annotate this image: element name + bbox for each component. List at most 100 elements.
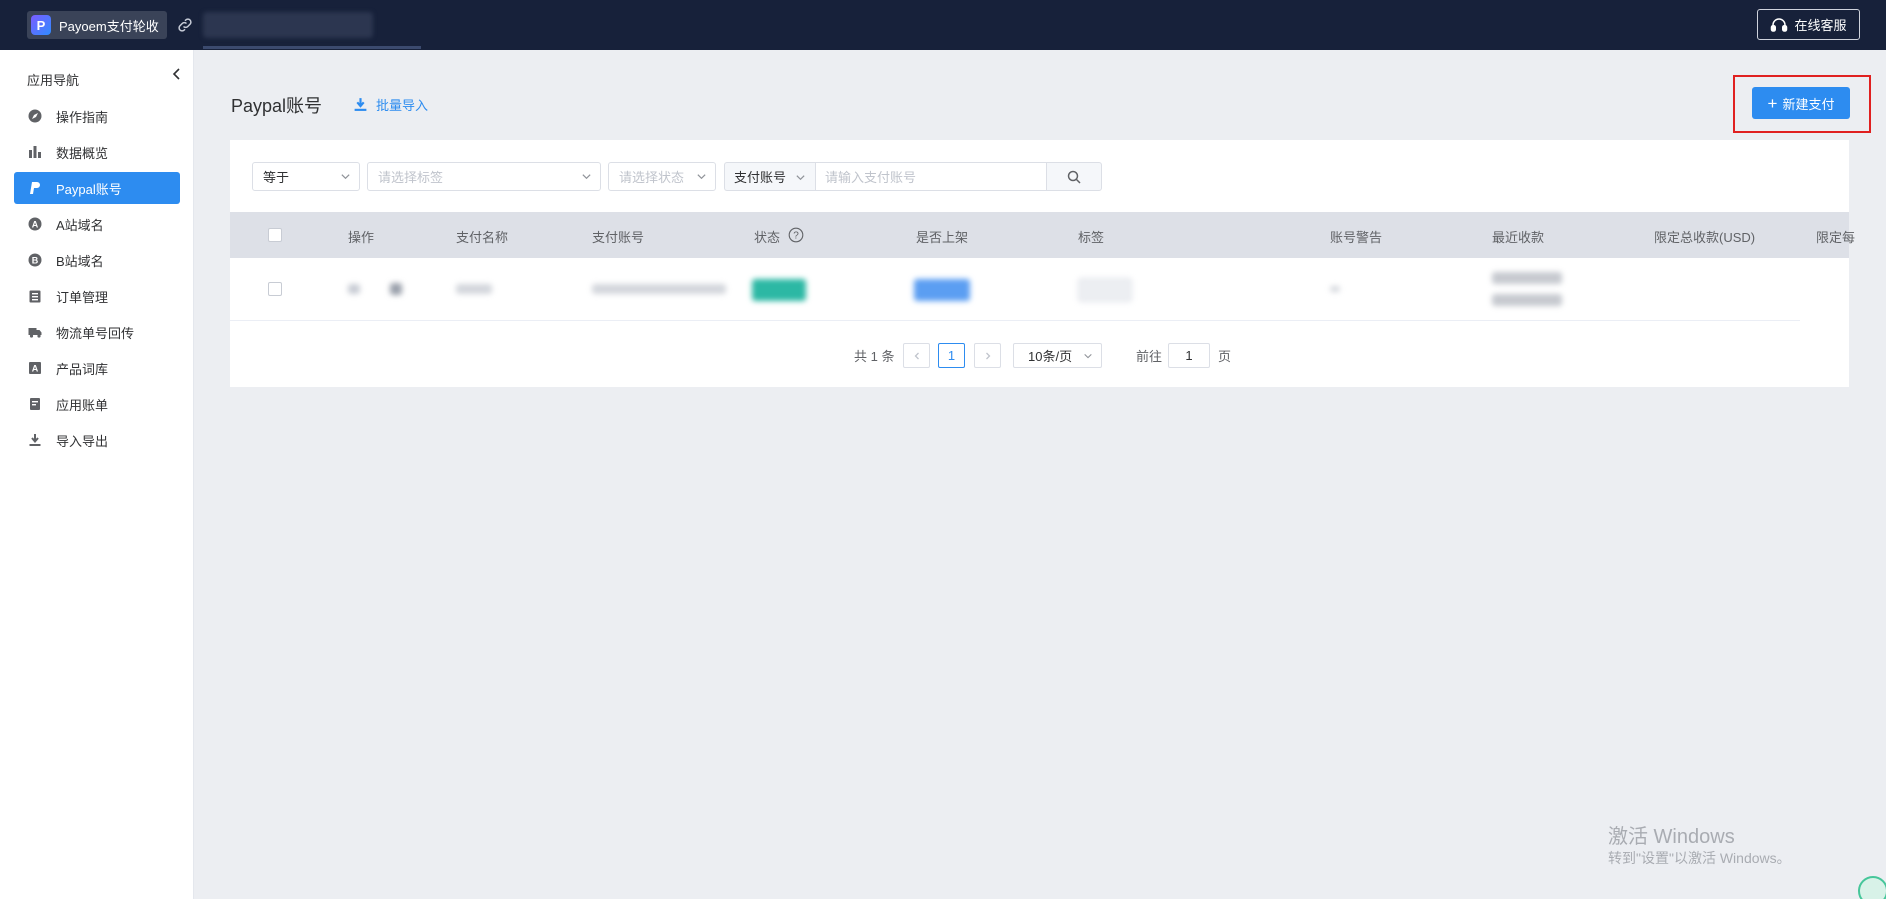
sidebar-item-label: 物流单号回传	[56, 325, 135, 341]
sidebar-item-label: 应用账单	[56, 397, 109, 413]
search-icon	[1067, 170, 1081, 184]
column-header: 账号警告	[1330, 230, 1383, 245]
sidebar-item-label: A站域名	[56, 217, 104, 233]
page-size-select[interactable]: 10条/页	[1013, 343, 1102, 368]
page-title: Paypal账号	[231, 96, 323, 116]
sidebar-item-a-domain[interactable]: A A站域名	[14, 208, 180, 240]
sidebar-item-import-export[interactable]: 导入导出	[14, 424, 180, 456]
help-icon[interactable]: ?	[788, 227, 804, 243]
truck-icon	[28, 325, 42, 339]
brand-name: Payoem支付轮收	[59, 18, 159, 34]
svg-text:A: A	[32, 364, 39, 374]
column-header: 状态	[754, 230, 781, 245]
svg-text:B: B	[32, 256, 39, 266]
svg-text:A: A	[32, 220, 39, 230]
column-header: 操作	[348, 230, 375, 245]
column-header: 最近收款	[1492, 230, 1545, 245]
sidebar-item-orders[interactable]: 订单管理	[14, 280, 180, 312]
match-type-value: 等于	[263, 170, 290, 185]
bill-icon	[28, 397, 42, 411]
pagination-total: 共 1 条	[854, 349, 895, 364]
plus-icon: +	[1767, 93, 1778, 113]
account-search-input[interactable]: 请输入支付账号	[815, 162, 1047, 191]
sidebar-item-label: B站域名	[56, 253, 104, 269]
online-service-label: 在线客服	[1794, 18, 1847, 33]
windows-activation-title: 激活 Windows	[1608, 826, 1735, 848]
payment-account-cell	[592, 284, 726, 294]
sidebar-item-overview[interactable]: 数据概览	[14, 136, 180, 168]
chevron-down-icon	[1084, 353, 1092, 359]
sidebar-item-label: 订单管理	[56, 289, 109, 305]
batch-import-label: 批量导入	[376, 98, 429, 113]
edit-action-icon[interactable]	[348, 284, 360, 294]
status-select-placeholder: 请选择状态	[619, 170, 685, 185]
tab-underline	[203, 46, 421, 49]
link-icon[interactable]	[176, 16, 194, 34]
warning-cell	[1330, 286, 1340, 292]
goto-label: 前往	[1136, 349, 1163, 364]
column-header: 限定总收款(USD)	[1654, 230, 1756, 245]
chevron-down-icon	[341, 174, 350, 180]
tag-cell	[1078, 278, 1132, 302]
status-select[interactable]: 请选择状态	[608, 162, 716, 191]
sidebar-item-label: Paypal账号	[56, 181, 122, 197]
chevron-down-icon	[796, 175, 805, 181]
svg-text:?: ?	[793, 231, 799, 242]
column-header: 是否上架	[916, 230, 969, 245]
sidebar-title: 应用导航	[27, 73, 80, 88]
next-page-button[interactable]	[974, 343, 1001, 368]
recent-income-line1	[1492, 272, 1562, 284]
batch-import-link[interactable]: 批量导入	[353, 95, 428, 114]
goto-page-input[interactable]: 1	[1168, 343, 1210, 368]
compass-icon	[28, 109, 42, 123]
chevron-right-icon	[985, 352, 990, 359]
blurred-tab[interactable]	[203, 12, 373, 38]
sidebar-item-label: 数据概览	[56, 145, 109, 161]
windows-activation-subtitle: 转到"设置"以激活 Windows。	[1608, 850, 1791, 866]
download-icon	[28, 433, 42, 447]
match-type-select[interactable]: 等于	[252, 162, 360, 191]
row-checkbox[interactable]	[268, 282, 282, 296]
sidebar-item-product-words[interactable]: A 产品词库	[14, 352, 180, 384]
new-payment-label: 新建支付	[1782, 96, 1835, 112]
collapse-sidebar-icon[interactable]	[170, 66, 184, 82]
sidebar-item-guide[interactable]: 操作指南	[14, 100, 180, 132]
prev-page-button[interactable]	[903, 343, 930, 368]
column-header: 限定每	[1816, 230, 1856, 245]
search-field-value: 支付账号	[734, 170, 787, 185]
sidebar-item-label: 导入导出	[56, 433, 109, 449]
clipboard-icon	[28, 289, 42, 303]
page-number-button[interactable]: 1	[938, 343, 965, 368]
search-button[interactable]	[1046, 162, 1102, 191]
select-all-checkbox[interactable]	[268, 228, 282, 242]
column-header: 支付账号	[592, 230, 645, 245]
account-search-placeholder: 请输入支付账号	[825, 170, 917, 185]
page-unit-label: 页	[1218, 349, 1232, 364]
sidebar-item-paypal[interactable]: Paypal账号	[14, 172, 180, 204]
tag-select[interactable]: 请选择标签	[367, 162, 601, 191]
recent-income-line2	[1492, 294, 1562, 306]
table-header: 操作 支付名称 支付账号 状态 ? 是否上架 标签 账号警告 最近收款 限定总收…	[230, 212, 1855, 258]
status-tag	[752, 279, 806, 301]
search-field-select[interactable]: 支付账号	[724, 162, 816, 191]
import-icon	[354, 98, 367, 111]
column-header: 支付名称	[456, 230, 509, 245]
chevron-left-icon	[914, 352, 919, 359]
sidebar-item-logistics[interactable]: 物流单号回传	[14, 316, 180, 348]
sidebar: 应用导航 操作指南 数据概览 Paypal账号 A A站域名 B B站域名 订单…	[0, 50, 194, 899]
sidebar-item-b-domain[interactable]: B B站域名	[14, 244, 180, 276]
column-header: 标签	[1078, 230, 1105, 245]
floating-assistant-icon[interactable]	[1858, 876, 1886, 899]
sidebar-item-app-bill[interactable]: 应用账单	[14, 388, 180, 420]
table-row[interactable]	[230, 258, 1800, 321]
app-brand[interactable]: P Payoem支付轮收	[27, 11, 167, 39]
sidebar-item-label: 产品词库	[56, 361, 109, 377]
delete-action-icon[interactable]	[390, 283, 402, 295]
chevron-down-icon	[582, 174, 591, 180]
b-circle-icon: B	[28, 253, 42, 267]
online-service-button[interactable]: 在线客服	[1757, 9, 1860, 40]
chevron-down-icon	[697, 174, 706, 180]
new-payment-button[interactable]: + 新建支付	[1752, 87, 1850, 119]
paypal-icon	[28, 181, 42, 195]
bar-chart-icon	[28, 145, 42, 159]
